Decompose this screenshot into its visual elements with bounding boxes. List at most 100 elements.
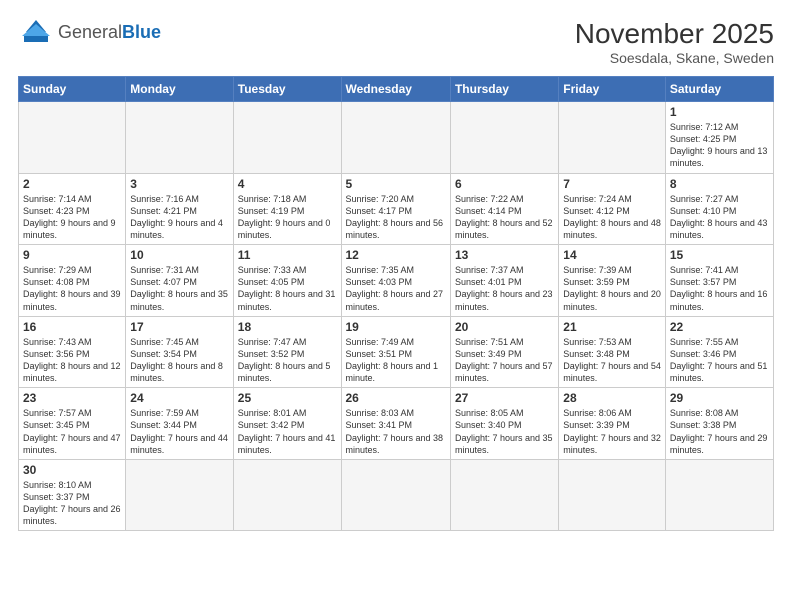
day-info: Sunrise: 7:27 AM Sunset: 4:10 PM Dayligh…: [670, 193, 769, 242]
day-number: 3: [130, 177, 228, 191]
day-info: Sunrise: 7:57 AM Sunset: 3:45 PM Dayligh…: [23, 407, 121, 456]
day-info: Sunrise: 7:43 AM Sunset: 3:56 PM Dayligh…: [23, 336, 121, 385]
day-info: Sunrise: 7:37 AM Sunset: 4:01 PM Dayligh…: [455, 264, 554, 313]
table-cell: [341, 102, 450, 174]
table-cell: 26Sunrise: 8:03 AM Sunset: 3:41 PM Dayli…: [341, 388, 450, 460]
calendar-row: 9Sunrise: 7:29 AM Sunset: 4:08 PM Daylig…: [19, 245, 774, 317]
header: GeneralBlue November 2025 Soesdala, Skan…: [18, 18, 774, 66]
table-cell: 20 Sunrise: 7:51 AM Sunset: 3:49 PM Dayli…: [450, 316, 558, 388]
day-number: 2: [23, 177, 121, 191]
day-info: Sunrise: 8:10 AM Sunset: 3:37 PM Dayligh…: [23, 479, 121, 528]
day-info: Sunrise: 7:22 AM Sunset: 4:14 PM Dayligh…: [455, 193, 554, 242]
day-number: 27: [455, 391, 554, 405]
day-number: 7: [563, 177, 661, 191]
table-cell: 21 Sunrise: 7:53 AM Sunset: 3:48 PM Dayli…: [559, 316, 666, 388]
table-cell: 10Sunrise: 7:31 AM Sunset: 4:07 PM Dayli…: [126, 245, 233, 317]
header-sunday: Sunday: [19, 77, 126, 102]
table-cell: 11 Sunrise: 7:33 AM Sunset: 4:05 PM Dayli…: [233, 245, 341, 317]
table-cell: 16 Sunrise: 7:43 AM Sunset: 3:56 PM Dayli…: [19, 316, 126, 388]
day-info: Sunrise: 7:18 AM Sunset: 4:19 PM Dayligh…: [238, 193, 337, 242]
day-number: 24: [130, 391, 228, 405]
calendar-row: 23 Sunrise: 7:57 AM Sunset: 3:45 PM Dayli…: [19, 388, 774, 460]
table-cell: [233, 102, 341, 174]
table-cell: 12Sunrise: 7:35 AM Sunset: 4:03 PM Dayli…: [341, 245, 450, 317]
day-info: Sunrise: 7:20 AM Sunset: 4:17 PM Dayligh…: [346, 193, 446, 242]
day-number: 29: [670, 391, 769, 405]
table-cell: 14Sunrise: 7:39 AM Sunset: 3:59 PM Dayli…: [559, 245, 666, 317]
day-info: Sunrise: 7:49 AM Sunset: 3:51 PM Dayligh…: [346, 336, 446, 385]
table-cell: 22 Sunrise: 7:55 AM Sunset: 3:46 PM Dayli…: [665, 316, 773, 388]
day-number: 16: [23, 320, 121, 334]
table-cell: [559, 102, 666, 174]
table-cell: 4 Sunrise: 7:18 AM Sunset: 4:19 PM Daylig…: [233, 173, 341, 245]
location: Soesdala, Skane, Sweden: [575, 50, 774, 66]
day-info: Sunrise: 7:24 AM Sunset: 4:12 PM Dayligh…: [563, 193, 661, 242]
calendar: Sunday Monday Tuesday Wednesday Thursday…: [18, 76, 774, 531]
table-cell: 6 Sunrise: 7:22 AM Sunset: 4:14 PM Daylig…: [450, 173, 558, 245]
day-number: 22: [670, 320, 769, 334]
table-cell: 5 Sunrise: 7:20 AM Sunset: 4:17 PM Daylig…: [341, 173, 450, 245]
table-cell: [126, 459, 233, 531]
table-cell: 24 Sunrise: 7:59 AM Sunset: 3:44 PM Dayli…: [126, 388, 233, 460]
calendar-row: 30 Sunrise: 8:10 AM Sunset: 3:37 PM Dayli…: [19, 459, 774, 531]
day-number: 26: [346, 391, 446, 405]
table-cell: 30 Sunrise: 8:10 AM Sunset: 3:37 PM Dayli…: [19, 459, 126, 531]
calendar-row: 1Sunrise: 7:12 AM Sunset: 4:25 PM Daylig…: [19, 102, 774, 174]
table-cell: 2 Sunrise: 7:14 AM Sunset: 4:23 PM Daylig…: [19, 173, 126, 245]
table-cell: 7 Sunrise: 7:24 AM Sunset: 4:12 PM Daylig…: [559, 173, 666, 245]
calendar-row: 2 Sunrise: 7:14 AM Sunset: 4:23 PM Daylig…: [19, 173, 774, 245]
table-cell: 23 Sunrise: 7:57 AM Sunset: 3:45 PM Dayli…: [19, 388, 126, 460]
day-number: 21: [563, 320, 661, 334]
day-number: 20: [455, 320, 554, 334]
day-number: 18: [238, 320, 337, 334]
header-thursday: Thursday: [450, 77, 558, 102]
day-info: Sunrise: 7:12 AM Sunset: 4:25 PM Dayligh…: [670, 121, 769, 170]
day-info: Sunrise: 7:51 AM Sunset: 3:49 PM Dayligh…: [455, 336, 554, 385]
day-number: 4: [238, 177, 337, 191]
general-blue-icon: [18, 18, 54, 46]
day-info: Sunrise: 7:14 AM Sunset: 4:23 PM Dayligh…: [23, 193, 121, 242]
table-cell: [450, 102, 558, 174]
day-number: 11: [238, 248, 337, 262]
calendar-row: 16 Sunrise: 7:43 AM Sunset: 3:56 PM Dayli…: [19, 316, 774, 388]
day-number: 6: [455, 177, 554, 191]
day-info: Sunrise: 7:53 AM Sunset: 3:48 PM Dayligh…: [563, 336, 661, 385]
table-cell: [559, 459, 666, 531]
day-number: 19: [346, 320, 446, 334]
day-info: Sunrise: 7:55 AM Sunset: 3:46 PM Dayligh…: [670, 336, 769, 385]
table-cell: 13 Sunrise: 7:37 AM Sunset: 4:01 PM Dayli…: [450, 245, 558, 317]
table-cell: 27 Sunrise: 8:05 AM Sunset: 3:40 PM Dayli…: [450, 388, 558, 460]
day-number: 23: [23, 391, 121, 405]
title-block: November 2025 Soesdala, Skane, Sweden: [575, 18, 774, 66]
table-cell: 17Sunrise: 7:45 AM Sunset: 3:54 PM Dayli…: [126, 316, 233, 388]
day-info: Sunrise: 7:45 AM Sunset: 3:54 PM Dayligh…: [130, 336, 228, 385]
logo-text: GeneralBlue: [58, 22, 161, 43]
table-cell: 29Sunrise: 8:08 AM Sunset: 3:38 PM Dayli…: [665, 388, 773, 460]
day-info: Sunrise: 8:05 AM Sunset: 3:40 PM Dayligh…: [455, 407, 554, 456]
day-number: 30: [23, 463, 121, 477]
month-year: November 2025: [575, 18, 774, 50]
logo: GeneralBlue: [18, 18, 161, 46]
day-info: Sunrise: 7:59 AM Sunset: 3:44 PM Dayligh…: [130, 407, 228, 456]
table-cell: 8 Sunrise: 7:27 AM Sunset: 4:10 PM Daylig…: [665, 173, 773, 245]
table-cell: [665, 459, 773, 531]
day-info: Sunrise: 7:35 AM Sunset: 4:03 PM Dayligh…: [346, 264, 446, 313]
day-info: Sunrise: 7:41 AM Sunset: 3:57 PM Dayligh…: [670, 264, 769, 313]
day-info: Sunrise: 7:29 AM Sunset: 4:08 PM Dayligh…: [23, 264, 121, 313]
header-wednesday: Wednesday: [341, 77, 450, 102]
day-number: 13: [455, 248, 554, 262]
table-cell: 28Sunrise: 8:06 AM Sunset: 3:39 PM Dayli…: [559, 388, 666, 460]
day-number: 25: [238, 391, 337, 405]
table-cell: 15Sunrise: 7:41 AM Sunset: 3:57 PM Dayli…: [665, 245, 773, 317]
day-number: 5: [346, 177, 446, 191]
table-cell: [126, 102, 233, 174]
table-cell: 3 Sunrise: 7:16 AM Sunset: 4:21 PM Daylig…: [126, 173, 233, 245]
header-tuesday: Tuesday: [233, 77, 341, 102]
day-info: Sunrise: 7:33 AM Sunset: 4:05 PM Dayligh…: [238, 264, 337, 313]
header-monday: Monday: [126, 77, 233, 102]
table-cell: [233, 459, 341, 531]
day-info: Sunrise: 7:16 AM Sunset: 4:21 PM Dayligh…: [130, 193, 228, 242]
table-cell: 19 Sunrise: 7:49 AM Sunset: 3:51 PM Dayli…: [341, 316, 450, 388]
day-number: 8: [670, 177, 769, 191]
day-info: Sunrise: 8:01 AM Sunset: 3:42 PM Dayligh…: [238, 407, 337, 456]
